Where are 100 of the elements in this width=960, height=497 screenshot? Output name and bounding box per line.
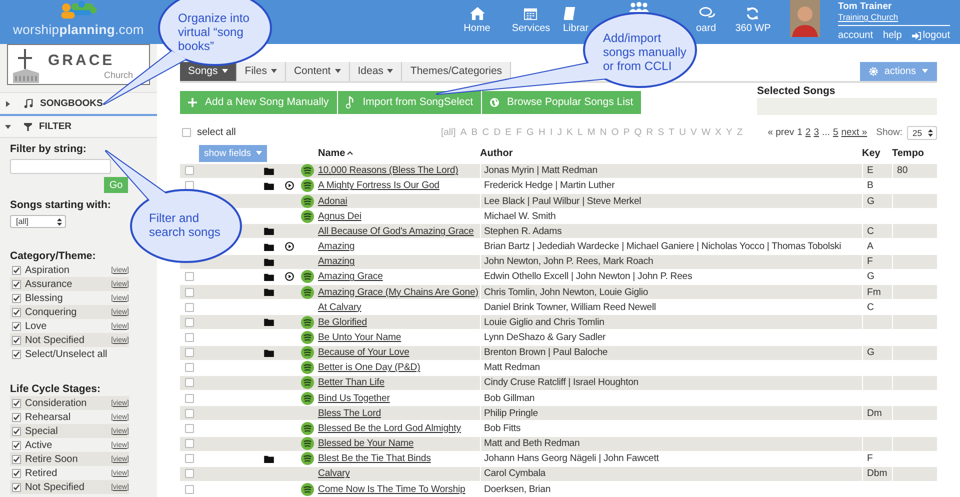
- striped-circle-icon[interactable]: [300, 482, 314, 496]
- song-link[interactable]: Be Glorified: [318, 316, 367, 328]
- play-icon[interactable]: [284, 242, 294, 252]
- nav-link[interactable]: oard: [696, 7, 716, 34]
- nav-link[interactable]: Services: [512, 7, 550, 34]
- striped-circle-icon[interactable]: [300, 422, 314, 435]
- row-checkbox[interactable]: [185, 408, 194, 418]
- striped-circle-icon[interactable]: [300, 452, 314, 466]
- checkbox[interactable]: [12, 426, 21, 436]
- row-checkbox[interactable]: [185, 272, 194, 282]
- checkbox[interactable]: [12, 294, 21, 302]
- song-link[interactable]: All Because Of God's Amazing Grace: [318, 226, 474, 237]
- folder-icon[interactable]: [264, 318, 274, 326]
- checkbox[interactable]: [12, 412, 21, 422]
- striped-circle-icon[interactable]: [300, 346, 314, 360]
- row-checkbox[interactable]: [185, 333, 194, 342]
- column-header[interactable]: Key: [862, 148, 880, 159]
- page-link[interactable]: 1: [797, 127, 802, 138]
- striped-circle-icon[interactable]: [300, 361, 314, 374]
- row-checkbox[interactable]: [185, 469, 194, 478]
- row-checkbox[interactable]: [185, 348, 194, 358]
- folder-icon[interactable]: [264, 242, 274, 251]
- column-header[interactable]: Name: [318, 148, 354, 159]
- folder-icon[interactable]: [264, 258, 274, 266]
- folder-icon[interactable]: [264, 454, 274, 463]
- header-link[interactable]: account: [838, 30, 874, 41]
- nav-link[interactable]: Librar: [563, 7, 589, 34]
- checkbox[interactable]: [12, 336, 21, 344]
- song-link[interactable]: Amazing: [318, 256, 355, 268]
- song-link[interactable]: At Calvary: [318, 302, 362, 313]
- row-checkbox[interactable]: [185, 484, 194, 494]
- checkbox[interactable]: [12, 266, 21, 274]
- checkbox[interactable]: [12, 454, 21, 464]
- header-link[interactable]: help: [882, 30, 902, 41]
- play-icon[interactable]: [284, 181, 294, 190]
- folder-icon[interactable]: [264, 272, 274, 281]
- tab[interactable]: Ideas: [350, 62, 402, 81]
- song-link[interactable]: Blessed Be the Lord God Almighty: [318, 422, 461, 434]
- row-checkbox[interactable]: [185, 424, 194, 433]
- checkbox[interactable]: [12, 398, 21, 408]
- header-link[interactable]: logout: [912, 30, 950, 41]
- song-link[interactable]: Better is One Day (P&D): [318, 362, 420, 374]
- row-checkbox[interactable]: [185, 288, 194, 297]
- row-checkbox[interactable]: [185, 318, 194, 327]
- row-checkbox[interactable]: [185, 439, 194, 448]
- page-size-select[interactable]: 25: [906, 126, 937, 140]
- striped-circle-icon[interactable]: [300, 376, 314, 390]
- song-link[interactable]: 10,000 Reasons (Bless The Lord): [318, 165, 458, 176]
- church-link[interactable]: Training Church: [838, 12, 950, 26]
- checkbox[interactable]: [12, 322, 21, 330]
- filter-input[interactable]: [10, 159, 111, 174]
- song-link[interactable]: Because of Your Love: [318, 347, 410, 358]
- striped-circle-icon[interactable]: [300, 210, 314, 223]
- row-checkbox[interactable]: [185, 302, 194, 312]
- striped-circle-icon[interactable]: [300, 179, 314, 192]
- folder-icon[interactable]: [264, 166, 274, 175]
- page-link[interactable]: 2: [805, 127, 811, 138]
- checkbox[interactable]: [182, 128, 191, 138]
- checkbox[interactable]: [12, 308, 21, 316]
- checkbox[interactable]: [12, 350, 21, 358]
- striped-circle-icon[interactable]: [300, 331, 314, 344]
- page-link[interactable]: ...: [822, 127, 830, 138]
- row-checkbox[interactable]: [185, 181, 194, 190]
- folder-icon[interactable]: [264, 227, 274, 236]
- checkbox[interactable]: [12, 280, 21, 288]
- striped-circle-icon[interactable]: [300, 194, 314, 208]
- starting-with-select[interactable]: [all]: [10, 215, 66, 228]
- song-link[interactable]: Be Unto Your Name: [318, 332, 402, 343]
- song-link[interactable]: Better Than Life: [318, 377, 384, 388]
- folder-icon[interactable]: [264, 348, 274, 357]
- checkbox[interactable]: [12, 482, 21, 492]
- page-link[interactable]: next »: [841, 127, 868, 138]
- striped-circle-icon[interactable]: [300, 316, 314, 329]
- page-link[interactable]: « prev: [768, 127, 794, 138]
- page-link[interactable]: 3: [814, 127, 820, 138]
- song-link[interactable]: Blest Be the Tie That Binds: [318, 453, 431, 464]
- striped-circle-icon[interactable]: [300, 286, 314, 299]
- column-header[interactable]: Author: [480, 148, 513, 159]
- checkbox[interactable]: [12, 440, 21, 450]
- striped-circle-icon[interactable]: [300, 392, 314, 405]
- sidebar-section[interactable]: FILTER: [0, 116, 157, 138]
- song-link[interactable]: Amazing Grace (My Chains Are Gone): [318, 286, 478, 298]
- song-link[interactable]: A Mighty Fortress Is Our God: [318, 180, 440, 192]
- song-link[interactable]: Come Now Is The Time To Worship: [318, 484, 466, 495]
- nav-link[interactable]: Home: [464, 7, 490, 34]
- striped-circle-icon[interactable]: [300, 270, 314, 284]
- song-link[interactable]: Calvary: [318, 468, 350, 480]
- song-link[interactable]: Bless The Lord: [318, 408, 381, 419]
- column-header[interactable]: Tempo: [892, 148, 924, 159]
- folder-icon[interactable]: [264, 288, 274, 296]
- song-link[interactable]: Agnus Dei: [318, 210, 362, 222]
- play-icon[interactable]: [284, 272, 294, 282]
- song-link[interactable]: Blessed be Your Name: [318, 438, 414, 450]
- row-checkbox[interactable]: [185, 363, 194, 372]
- folder-icon[interactable]: [264, 182, 274, 190]
- tab[interactable]: Themes/Categories: [402, 62, 512, 81]
- page-link[interactable]: 5: [832, 127, 838, 138]
- checkbox[interactable]: [12, 468, 21, 478]
- song-link[interactable]: Amazing Grace: [318, 271, 383, 282]
- row-checkbox[interactable]: [185, 378, 194, 388]
